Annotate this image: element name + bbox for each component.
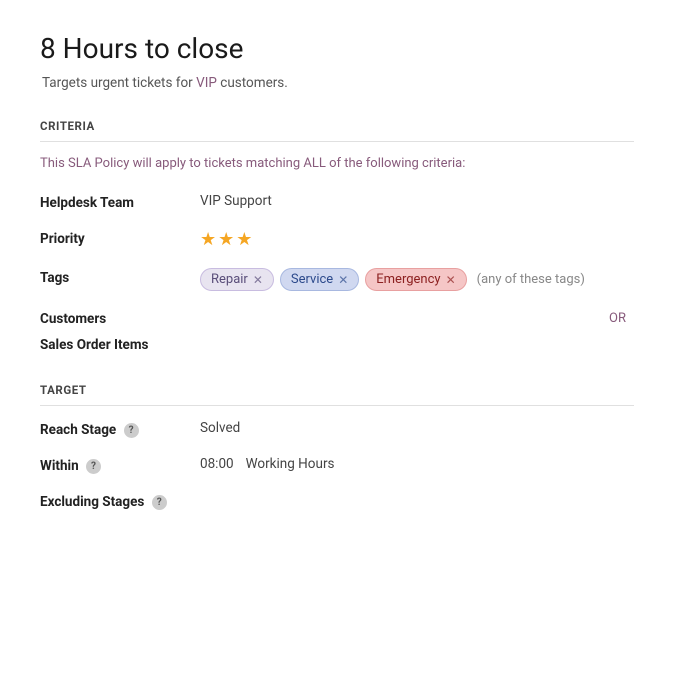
tag-repair-text: Repair bbox=[211, 272, 248, 287]
within-label: Within ? bbox=[40, 456, 200, 474]
reach-stage-value: Solved bbox=[200, 420, 634, 436]
customers-row: Customers OR bbox=[40, 309, 634, 327]
subtitle-prefix: Targets urgent tickets for bbox=[42, 75, 196, 91]
within-time: 08:00 bbox=[200, 456, 234, 472]
customers-label: Customers bbox=[40, 309, 200, 327]
criteria-header: CRITERIA bbox=[40, 119, 634, 142]
target-section: TARGET Reach Stage ? Solved Within ? 08:… bbox=[40, 383, 634, 510]
vip-link[interactable]: VIP bbox=[196, 75, 217, 91]
any-tags-note: (any of these tags) bbox=[477, 272, 585, 287]
tag-service[interactable]: Service ✕ bbox=[280, 268, 359, 291]
tag-emergency-remove[interactable]: ✕ bbox=[446, 273, 456, 287]
priority-row: Priority ★ ★ ★ bbox=[40, 229, 634, 250]
star-3: ★ bbox=[236, 229, 252, 250]
tag-repair[interactable]: Repair ✕ bbox=[200, 268, 274, 291]
criteria-note: This SLA Policy will apply to tickets ma… bbox=[40, 156, 634, 171]
sales-order-items-row: Sales Order Items bbox=[40, 335, 634, 353]
tag-service-text: Service bbox=[291, 272, 333, 287]
within-unit: Working Hours bbox=[246, 456, 335, 472]
star-2: ★ bbox=[218, 229, 234, 250]
tags-container: Repair ✕ Service ✕ Emergency ✕ (any of t… bbox=[200, 268, 634, 291]
priority-label: Priority bbox=[40, 229, 200, 247]
page-title: 8 Hours to close bbox=[40, 32, 634, 65]
within-value: 08:00 Working Hours bbox=[200, 456, 634, 472]
tag-service-remove[interactable]: ✕ bbox=[338, 273, 348, 287]
excluding-stages-help-icon[interactable]: ? bbox=[152, 495, 167, 510]
helpdesk-team-label: Helpdesk Team bbox=[40, 193, 200, 211]
within-help-icon[interactable]: ? bbox=[86, 459, 101, 474]
tags-label: Tags bbox=[40, 268, 200, 286]
reach-stage-row: Reach Stage ? Solved bbox=[40, 420, 634, 438]
subtitle-suffix: customers. bbox=[217, 75, 288, 91]
tags-row: Tags Repair ✕ Service ✕ Emergency ✕ (any… bbox=[40, 268, 634, 291]
within-row: Within ? 08:00 Working Hours bbox=[40, 456, 634, 474]
priority-value: ★ ★ ★ bbox=[200, 229, 634, 250]
tag-emergency-text: Emergency bbox=[376, 272, 440, 287]
subtitle: Targets urgent tickets for VIP customers… bbox=[40, 75, 634, 91]
criteria-section: CRITERIA This SLA Policy will apply to t… bbox=[40, 119, 634, 353]
sales-order-items-label: Sales Order Items bbox=[40, 335, 200, 353]
or-label: OR bbox=[609, 311, 634, 326]
tag-repair-remove[interactable]: ✕ bbox=[253, 273, 263, 287]
reach-stage-label: Reach Stage ? bbox=[40, 420, 200, 438]
target-header: TARGET bbox=[40, 383, 634, 406]
tag-emergency[interactable]: Emergency ✕ bbox=[365, 268, 466, 291]
reach-stage-help-icon[interactable]: ? bbox=[124, 423, 139, 438]
tags-value: Repair ✕ Service ✕ Emergency ✕ (any of t… bbox=[200, 268, 634, 291]
star-1: ★ bbox=[200, 229, 216, 250]
stars-container: ★ ★ ★ bbox=[200, 229, 634, 250]
helpdesk-team-value: VIP Support bbox=[200, 193, 634, 209]
helpdesk-team-row: Helpdesk Team VIP Support bbox=[40, 193, 634, 211]
excluding-stages-row: Excluding Stages ? bbox=[40, 492, 634, 510]
excluding-stages-label: Excluding Stages ? bbox=[40, 492, 200, 510]
